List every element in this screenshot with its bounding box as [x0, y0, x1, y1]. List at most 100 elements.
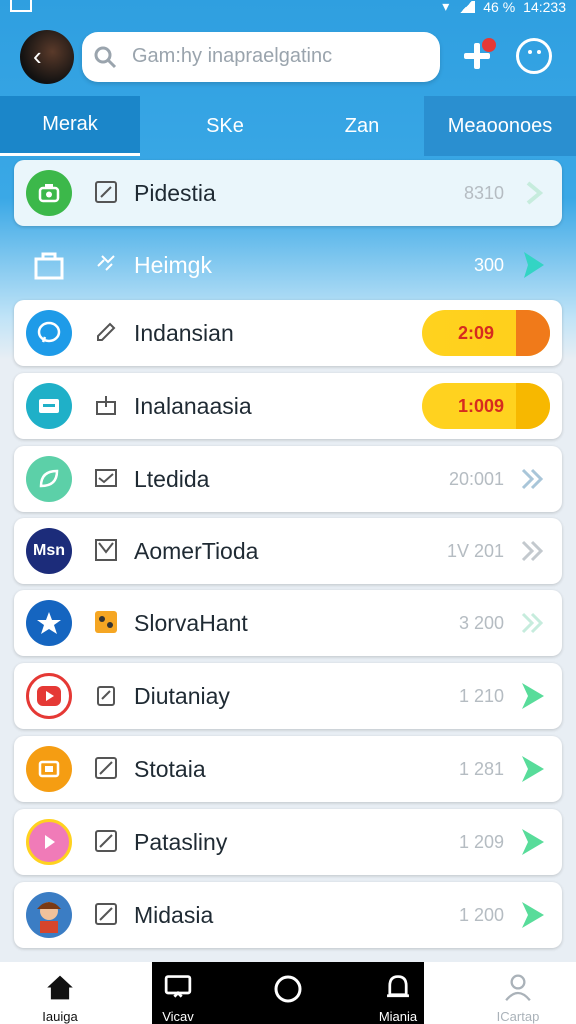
list-item-value: 1 281 — [458, 759, 504, 779]
search-box[interactable]: Gam:hy inapraelgatinc — [82, 32, 440, 82]
nav-label: Miania — [378, 1009, 418, 1024]
list-item[interactable]: Ltedida 20:001 — [14, 446, 562, 512]
clipboard-icon — [97, 686, 115, 706]
chevron-right-icon — [524, 252, 544, 278]
bottom-navigation: Iauiga Vicav Miania ICartap — [0, 962, 576, 1024]
list-item[interactable]: Stotaia 1 281 — [14, 736, 562, 802]
list-item-label: Ltedida — [134, 466, 210, 492]
list-item-label: Inalanaasia — [134, 393, 252, 419]
chevron-right-icon — [522, 829, 544, 855]
tv-icon — [164, 975, 192, 998]
circle-icon — [274, 975, 302, 1003]
list-item-label: Patasliny — [134, 829, 228, 855]
list-item-value: 1 200 — [458, 905, 504, 925]
timer-value: 1:009 — [458, 396, 505, 416]
play-icon — [26, 673, 72, 719]
list-item-label: SlorvaHant — [134, 610, 248, 636]
search-placeholder: Gam:hy inapraelgatinc — [132, 45, 333, 67]
tab-merak[interactable]: Merak — [0, 96, 140, 156]
camera-icon — [26, 170, 72, 216]
chevron-right-icon — [516, 310, 550, 356]
list-item-label: Midasia — [134, 902, 214, 928]
chevron-right-icon — [522, 756, 544, 782]
list-item[interactable]: Indansian 2:09 — [14, 300, 562, 366]
plus-icon-stem — [474, 43, 480, 69]
battery-level: 46 % — [483, 0, 516, 15]
wifi-icon: ▾ — [442, 0, 450, 14]
list-item-label: Heimgk — [134, 252, 212, 278]
list-item-value: 20:001 — [448, 469, 504, 489]
share-icon — [96, 396, 116, 415]
double-chevron-icon — [521, 540, 544, 562]
star-icon — [26, 600, 72, 646]
nav-icartap[interactable]: ICartap — [478, 962, 558, 1024]
nav-label: Iauiga — [42, 1009, 78, 1024]
msn-icon: Msn — [26, 528, 72, 574]
list-item[interactable]: Diutaniay 1 210 — [14, 663, 562, 729]
notification-badge — [482, 38, 496, 52]
wallet-icon — [26, 383, 72, 429]
bag-icon — [26, 242, 72, 288]
game-icon — [95, 611, 117, 633]
timer-pill-button[interactable]: 1:009 — [422, 383, 550, 429]
profile-face-button[interactable] — [516, 38, 552, 74]
home-icon — [47, 975, 73, 1000]
list-item-label: Stotaia — [134, 756, 206, 782]
screen-icon — [10, 0, 32, 12]
list-item-value: 1 209 — [458, 832, 504, 852]
list-item[interactable]: Pidestia 8310 — [14, 160, 562, 226]
back-arrow-icon: ‹ — [33, 41, 42, 71]
add-button[interactable] — [460, 38, 496, 74]
person-icon — [505, 974, 531, 1002]
back-avatar-button[interactable]: ‹ — [20, 30, 74, 84]
list-item[interactable]: Inalanaasia 1:009 — [14, 373, 562, 439]
arrow-icon — [26, 819, 72, 865]
chevron-right-icon — [526, 181, 544, 205]
chevron-right-icon — [522, 683, 544, 709]
double-chevron-icon — [521, 468, 544, 490]
chevron-right-icon — [516, 383, 550, 429]
status-bar: ▾ 46 % 14:233 — [0, 0, 576, 18]
list-item-value: 300 — [473, 255, 504, 275]
list-item-label: Diutaniay — [134, 683, 230, 709]
clock: 14:233 — [523, 0, 566, 15]
pencil-icon — [97, 322, 116, 341]
chevron-right-icon — [522, 902, 544, 928]
chart-box-icon — [95, 469, 117, 487]
list-item-label: Pidestia — [134, 180, 216, 206]
nav-vicav[interactable]: Vicav — [138, 962, 218, 1024]
list-item-label: Indansian — [134, 320, 234, 346]
list-item-value: 1 210 — [458, 686, 504, 706]
messenger-icon — [26, 310, 72, 356]
nav-home[interactable]: Iauiga — [20, 962, 100, 1024]
list-item-label: AomerTioda — [134, 538, 259, 564]
checkbox-icon — [95, 539, 117, 561]
timer-value: 2:09 — [458, 323, 495, 343]
tab-ske[interactable]: SKe — [150, 96, 300, 156]
nav-label: ICartap — [496, 1009, 540, 1024]
nav-miania[interactable]: Miania — [358, 962, 438, 1024]
search-icon — [94, 46, 117, 69]
list-item[interactable]: Patasliny 1 209 — [14, 809, 562, 875]
character-icon — [26, 892, 72, 938]
list-item[interactable]: Msn AomerTioda 1V 201 — [14, 518, 562, 584]
list-item[interactable]: Heimgk 300 — [14, 232, 562, 298]
list-item-value: 3 200 — [458, 613, 504, 633]
list-item[interactable]: Midasia 1 200 — [14, 882, 562, 948]
signal-icon — [457, 0, 476, 13]
bell-icon — [387, 975, 409, 998]
list-item-value: 8310 — [463, 183, 504, 203]
edit-icon — [95, 830, 117, 852]
nav-home-circle[interactable] — [248, 962, 328, 1024]
list-item[interactable]: SlorvaHant 3 200 — [14, 590, 562, 656]
double-chevron-icon — [521, 612, 544, 634]
tab-meaoonoes[interactable]: Meaoonoes — [424, 96, 576, 156]
tab-zan[interactable]: Zan — [300, 96, 424, 156]
timer-pill-button[interactable]: 2:09 — [422, 310, 550, 356]
edit-icon — [95, 757, 117, 779]
edit-icon — [95, 181, 117, 203]
tab-bar: Merak SKe Zan Meaoonoes — [0, 96, 576, 156]
list-item-value: 1V 201 — [446, 541, 504, 561]
cast-icon — [26, 746, 72, 792]
face-eye-icon — [537, 50, 541, 54]
